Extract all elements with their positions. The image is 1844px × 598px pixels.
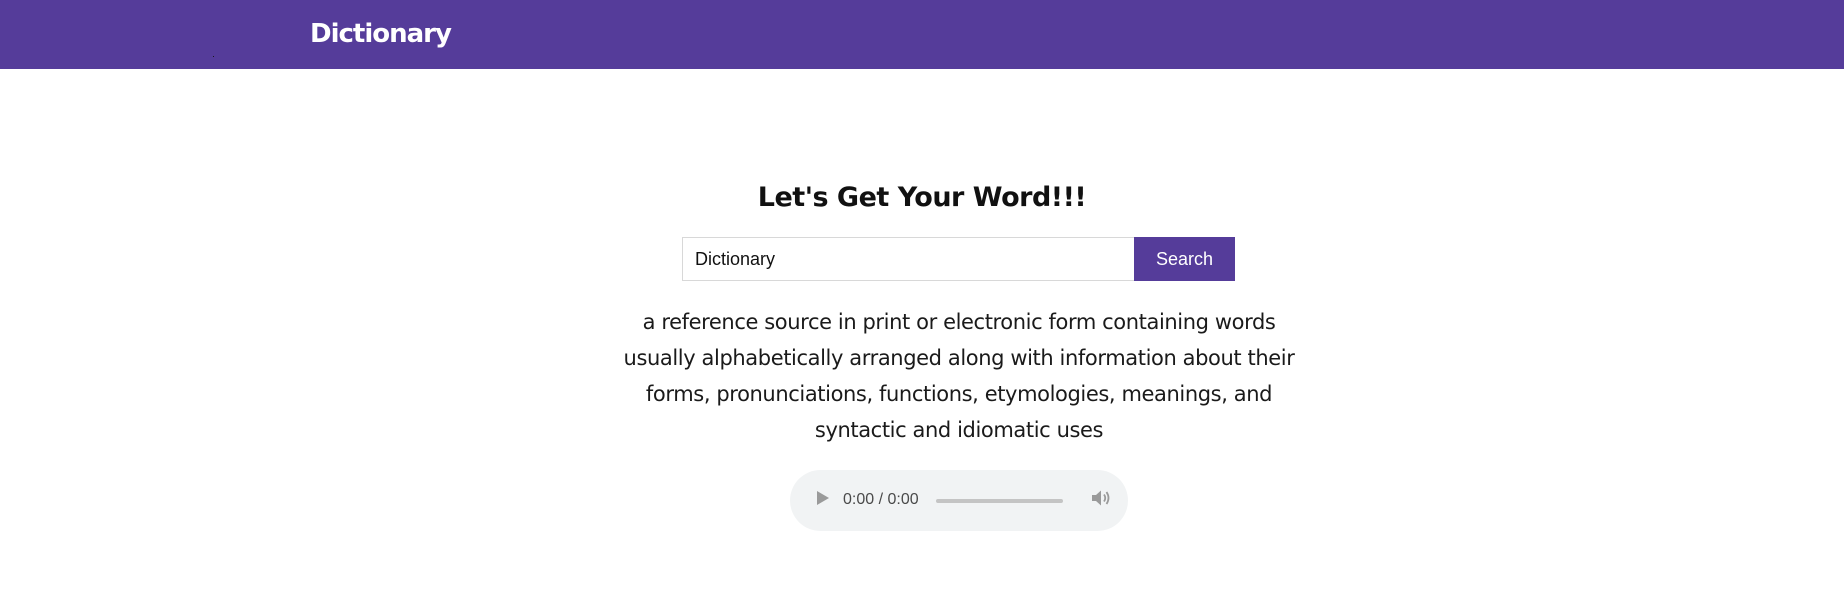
search-form: Search xyxy=(682,237,1235,281)
navbar: Dictionary xyxy=(0,0,1844,69)
volume-button[interactable] xyxy=(1087,486,1115,514)
search-input[interactable] xyxy=(682,237,1134,281)
definition-text: a reference source in print or electroni… xyxy=(623,310,1295,442)
play-icon xyxy=(817,490,829,510)
time-display: 0:00 / 0:00 xyxy=(843,491,919,508)
page-heading: Let's Get Your Word!!! xyxy=(757,182,1087,213)
volume-icon xyxy=(1091,489,1111,512)
audio-player: 0:00 / 0:00 xyxy=(790,470,1128,531)
search-button[interactable]: Search xyxy=(1134,237,1235,281)
nav-dot xyxy=(213,56,214,57)
brand-title[interactable]: Dictionary xyxy=(310,17,452,51)
progress-slider[interactable] xyxy=(936,499,1063,503)
play-button[interactable] xyxy=(808,485,838,515)
